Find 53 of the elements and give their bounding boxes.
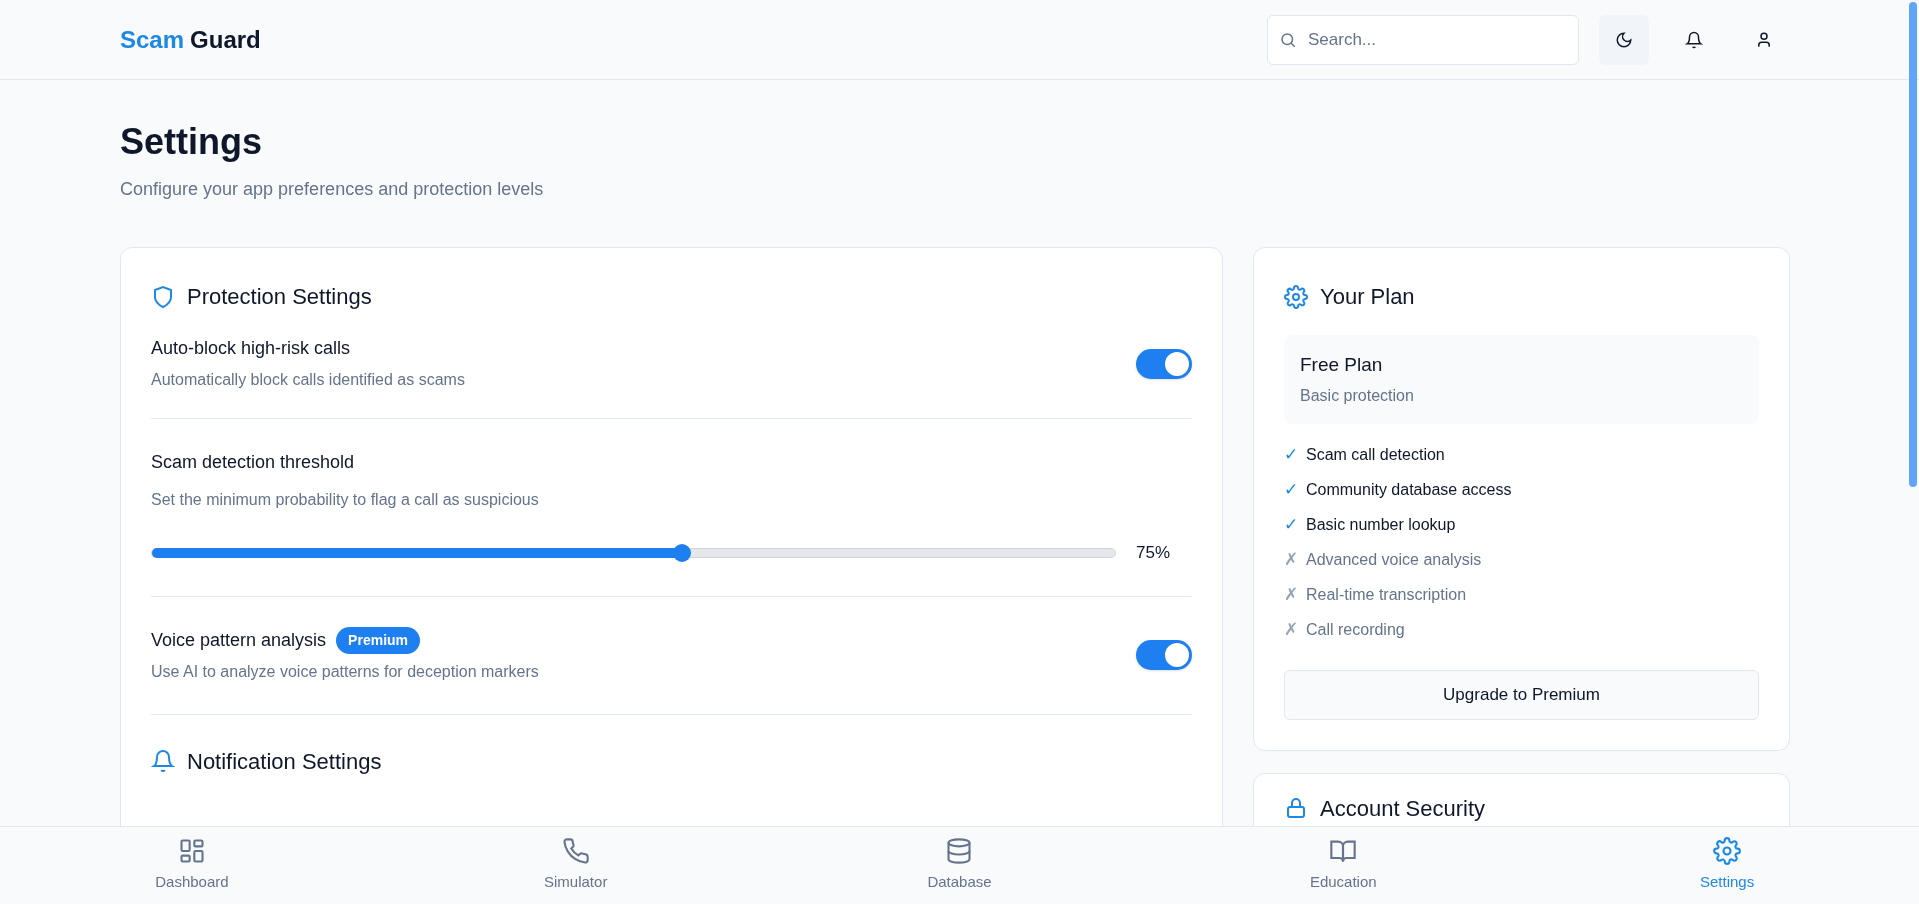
logo-text: Guard bbox=[190, 24, 261, 55]
page-subtitle: Configure your app preferences and protection levels bbox=[120, 178, 545, 201]
toggle-switch[interactable] bbox=[1136, 640, 1192, 670]
nav-tab[interactable]: Database bbox=[927, 837, 992, 894]
setting-label: Voice pattern analysis bbox=[151, 628, 327, 652]
plan-feature: Community database access bbox=[1306, 480, 1512, 500]
nav-tab[interactable]: Settings bbox=[1700, 837, 1755, 894]
feature-mark: ✗ bbox=[1284, 584, 1296, 607]
plan-feature: Scam call detection bbox=[1306, 445, 1445, 465]
setting-description: Automatically block calls identified as scams bbox=[151, 370, 466, 390]
settings-icon bbox=[1713, 837, 1742, 866]
feature-mark: ✓ bbox=[1284, 444, 1296, 467]
slider-thumb[interactable] bbox=[672, 543, 691, 562]
setting-label: Scam detection threshold bbox=[151, 451, 356, 474]
plan-name: Free Plan bbox=[1300, 353, 1384, 377]
upgrade-button[interactable]: Upgrade to Premium bbox=[1284, 669, 1759, 720]
page-title: Settings bbox=[120, 120, 263, 164]
threshold-value: 75% bbox=[1136, 542, 1172, 564]
setting-description: Set the minimum probability to flag a call as suspicious bbox=[151, 490, 540, 510]
nav-tab[interactable]: Dashboard bbox=[155, 837, 229, 894]
search-field[interactable]: Search... bbox=[1267, 14, 1579, 65]
grid-icon bbox=[177, 837, 206, 866]
plan-feature: Advanced voice analysis bbox=[1306, 550, 1482, 570]
user-icon bbox=[1755, 30, 1773, 49]
scrollbar-thumb[interactable] bbox=[1909, 2, 1917, 487]
logo-text: Scam bbox=[120, 24, 185, 55]
section-title: Protection Settings bbox=[187, 283, 372, 311]
toggle-switch[interactable] bbox=[1136, 348, 1192, 379]
feature-mark: ✗ bbox=[1284, 549, 1296, 572]
nav-tab[interactable]: Simulator bbox=[544, 837, 608, 894]
plan-feature: Basic number lookup bbox=[1306, 515, 1456, 535]
setting-label: Auto-block high-risk calls bbox=[151, 337, 351, 360]
premium-badge: Premium bbox=[336, 626, 421, 654]
database-icon bbox=[945, 837, 974, 866]
lock-icon bbox=[1284, 796, 1308, 820]
section-title: Notification Settings bbox=[187, 747, 382, 776]
bell-icon bbox=[1685, 30, 1703, 49]
theme-toggle-button[interactable] bbox=[1599, 14, 1649, 65]
nav-tab[interactable]: Education bbox=[1309, 837, 1377, 894]
plan-feature: Real-time transcription bbox=[1306, 585, 1467, 605]
shield-icon bbox=[151, 284, 175, 309]
bell-icon bbox=[151, 749, 175, 773]
setting-description: Use AI to analyze voice patterns for deception markers bbox=[151, 661, 540, 682]
feature-mark: ✓ bbox=[1284, 479, 1296, 502]
section-title: Your Plan bbox=[1320, 283, 1415, 311]
phone-icon bbox=[561, 837, 590, 866]
feature-mark: ✗ bbox=[1284, 619, 1296, 642]
gear-icon bbox=[1284, 284, 1308, 309]
moon-icon bbox=[1615, 30, 1633, 49]
feature-mark: ✓ bbox=[1284, 514, 1296, 537]
plan-description: Basic protection bbox=[1300, 385, 1415, 406]
section-title: Account Security bbox=[1320, 794, 1486, 823]
plan-feature: Call recording bbox=[1306, 620, 1405, 640]
